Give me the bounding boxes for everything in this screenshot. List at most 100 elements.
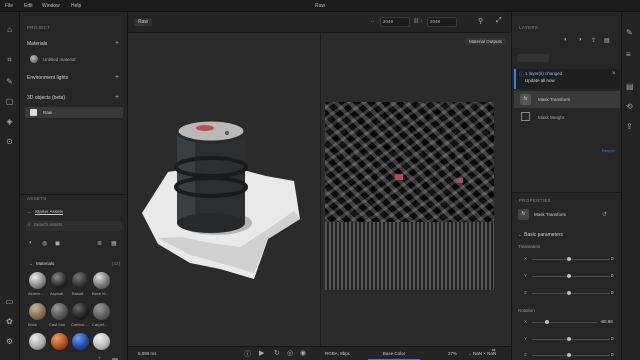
texture-stain (395, 174, 403, 180)
fit-icon[interactable]: ⌗ (492, 348, 495, 355)
home-icon[interactable]: ⌂ (4, 24, 15, 35)
chevron-down-icon[interactable]: ⌄ (29, 261, 33, 267)
sort-icon[interactable]: ≣ (97, 240, 102, 247)
link-icon[interactable]: ⛓ (413, 18, 419, 24)
slider-knob[interactable] (567, 353, 571, 357)
info-icon[interactable]: ⓘ (244, 349, 251, 359)
material-swatch[interactable] (51, 333, 68, 350)
close-icon[interactable]: × (612, 71, 616, 77)
history-icon[interactable]: ⟲ (626, 102, 633, 111)
material-swatch[interactable] (51, 272, 68, 289)
export-icon[interactable]: ⇪ (591, 37, 596, 44)
rotation-x-value[interactable]: -80.98 (600, 319, 613, 324)
layers-icon[interactable]: ≡ (626, 50, 631, 59)
camera-icon[interactable]: ⚲ (478, 17, 483, 25)
rotation-z-value[interactable]: 0 (611, 352, 614, 357)
add-object-icon[interactable]: + (115, 94, 119, 101)
orbit-icon[interactable]: ◎ (287, 349, 293, 357)
document-icon[interactable]: ▤ (626, 82, 634, 91)
search-assets[interactable]: ⌕ Search assets (26, 221, 122, 231)
material-swatch[interactable] (93, 303, 110, 320)
community-icon[interactable]: ✿ (4, 316, 15, 327)
material-item[interactable]: Untitled material (43, 57, 76, 62)
gear-icon[interactable]: ⚙ (4, 336, 15, 347)
rotation-x-slider[interactable] (532, 322, 597, 323)
material-swatch[interactable] (93, 333, 110, 350)
layer-row[interactable]: Mask Weight (514, 109, 620, 126)
view-2d[interactable]: Material Outputs (321, 33, 511, 346)
swatch-label: Base M... (92, 291, 109, 296)
grid-view-icon[interactable]: ▦ (111, 240, 117, 247)
mask-icon[interactable]: ◑ (578, 37, 582, 43)
rotation-z-slider[interactable] (532, 355, 610, 356)
material-swatch[interactable] (29, 272, 46, 289)
basic-params-label[interactable]: Basic parameters (524, 232, 563, 238)
add-material-icon[interactable]: + (115, 40, 119, 47)
eraser-icon[interactable]: ◈ (4, 116, 15, 127)
filter-model-icon[interactable]: ◼ (55, 240, 60, 247)
slider-knob[interactable] (567, 257, 571, 261)
add-asset-icon[interactable]: + (98, 356, 102, 360)
expand-icon[interactable]: ⤢ (496, 17, 502, 25)
pan-icon[interactable]: ◉ (300, 349, 306, 357)
video-icon[interactable]: ▶ (259, 349, 264, 357)
slider-knob[interactable] (545, 320, 549, 324)
select-icon[interactable]: ▢ (4, 96, 15, 107)
resync-link[interactable]: Resync (602, 148, 615, 153)
document-tab[interactable]: Raw (134, 18, 153, 26)
slider-knob[interactable] (567, 337, 571, 341)
search-icon: ⌕ (28, 222, 31, 227)
materials-label: Materials (27, 41, 48, 47)
monitor-icon[interactable]: ▭ (4, 296, 15, 307)
barrel-highlight (177, 131, 195, 223)
object-row[interactable]: Raw (25, 107, 123, 118)
fill-icon[interactable]: ◐ (564, 37, 568, 43)
share-icon[interactable]: ⇪ (626, 122, 633, 131)
material-swatch[interactable] (29, 333, 46, 350)
search-input[interactable]: Search assets (34, 222, 63, 227)
add-light-icon[interactable]: + (115, 74, 119, 81)
back-icon[interactable]: ← (27, 209, 32, 214)
reset-icon[interactable]: ↺ (602, 211, 607, 218)
rotate-icon[interactable]: ↻ (274, 349, 280, 357)
axis-label: Y (524, 336, 528, 341)
height-field[interactable]: 2048 (427, 17, 457, 27)
rotation-y-value[interactable]: 0 (611, 336, 614, 341)
material-swatch[interactable] (51, 303, 68, 320)
materials-group[interactable]: Materials (36, 261, 54, 266)
filter-material-icon[interactable]: ◐ (29, 240, 33, 246)
view-3d[interactable] (128, 33, 321, 346)
edit-icon[interactable]: ✎ (626, 28, 633, 37)
material-swatch[interactable] (72, 272, 89, 289)
rotation-y-slider[interactable] (532, 339, 610, 340)
material-swatch[interactable] (93, 272, 110, 289)
clone-icon[interactable]: ⊙ (4, 136, 15, 147)
translation-z-value[interactable]: 0 (611, 290, 614, 295)
paint-icon[interactable]: ✎ (4, 76, 15, 87)
channel-selector[interactable]: Base Color (368, 347, 420, 360)
slider-knob[interactable] (567, 274, 571, 278)
delete-icon[interactable]: ▬ (112, 356, 118, 360)
left-panel: PROJECT Materials + Untitled material En… (20, 12, 128, 360)
filter-light-icon[interactable]: ◍ (42, 240, 47, 247)
material-swatch[interactable] (29, 303, 46, 320)
notice-update-link[interactable]: Update all now (525, 78, 555, 83)
zoom-field[interactable]: 27% ⌄ (448, 348, 488, 359)
translation-x-value[interactable]: 0 (611, 256, 614, 261)
material-swatch[interactable] (72, 333, 89, 350)
starter-assets-link[interactable]: Starter Assets (35, 209, 63, 214)
chevron-down-icon[interactable]: ⌄ (518, 232, 522, 238)
crop-icon[interactable]: ⌗ (4, 54, 15, 65)
blend-dropdown[interactable] (517, 54, 549, 62)
texture-map (325, 102, 494, 290)
translation-y-value[interactable]: 0 (611, 273, 614, 278)
delete-layer-icon[interactable]: ▤ (604, 37, 610, 44)
width-field[interactable]: 2048 (380, 17, 410, 27)
output-dropdown[interactable]: Material Outputs (464, 38, 506, 45)
translation-z-slider[interactable] (532, 293, 610, 294)
layer-row-selected[interactable]: fx Mask Transform (514, 91, 620, 108)
translation-y-slider[interactable] (532, 276, 610, 277)
material-swatch[interactable] (72, 303, 89, 320)
translation-x-slider[interactable] (532, 259, 610, 260)
slider-knob[interactable] (567, 291, 571, 295)
